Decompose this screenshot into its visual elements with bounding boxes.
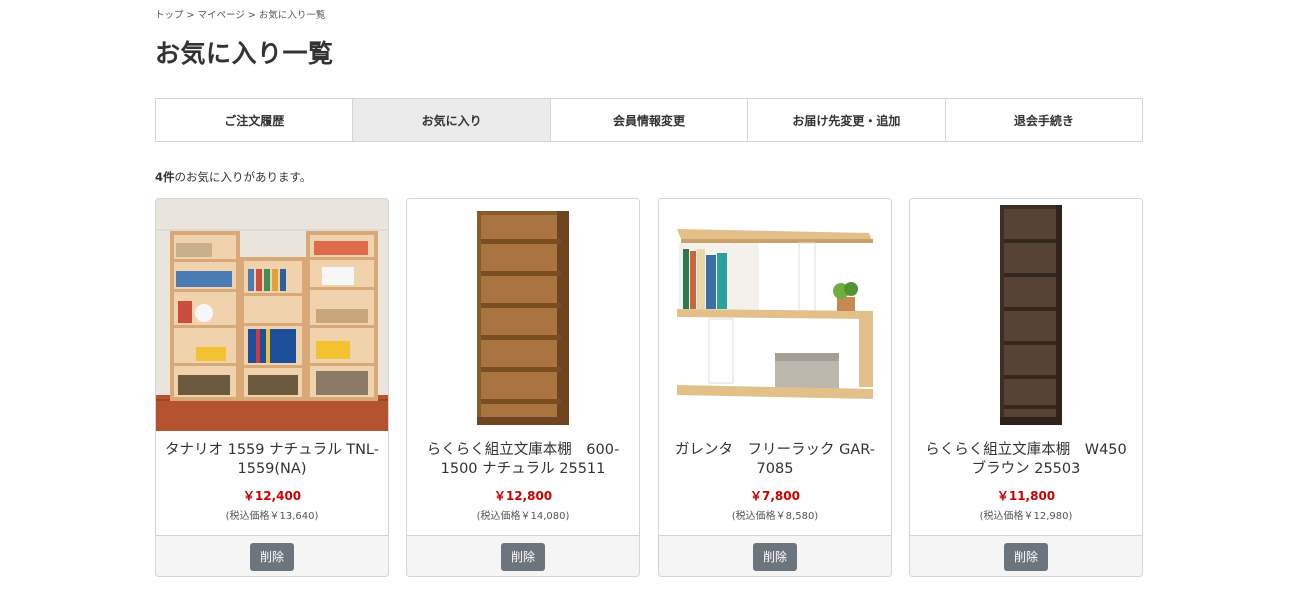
breadcrumb-current: お気に入り一覧 bbox=[258, 10, 326, 21]
product-tax-price: (税込価格￥14,080) bbox=[476, 511, 570, 522]
delete-button[interactable]: 削除 bbox=[1004, 542, 1048, 571]
card-footer: 削除 bbox=[156, 535, 388, 576]
product-price: ￥12,800 bbox=[493, 489, 553, 503]
product-image-oak-bookshelf[interactable] bbox=[407, 199, 639, 431]
breadcrumb-separator: > bbox=[247, 10, 256, 21]
product-price: ￥11,800 bbox=[996, 489, 1056, 503]
product-tax-price: (税込価格￥13,640) bbox=[225, 511, 319, 522]
favorites-count-suffix: のお気に入りがあります。 bbox=[174, 170, 312, 184]
product-name[interactable]: ガレンタ フリーラック GAR-7085 bbox=[665, 441, 885, 479]
breadcrumb-link-top[interactable]: トップ bbox=[155, 10, 184, 21]
breadcrumb: トップ > マイページ > お気に入り一覧 bbox=[155, 7, 325, 21]
product-name[interactable]: らくらく組立文庫本棚 W450 ブラウン 25503 bbox=[916, 441, 1136, 479]
mypage-tabs: ご注文履歴 お気に入り 会員情報変更 お届け先変更・追加 退会手続き bbox=[155, 98, 1143, 142]
breadcrumb-link-mypage[interactable]: マイページ bbox=[198, 10, 245, 21]
tab-order-history[interactable]: ご注文履歴 bbox=[156, 99, 354, 141]
product-card: らくらく組立文庫本棚 W450 ブラウン 25503 ￥11,800 (税込価格… bbox=[909, 198, 1143, 577]
card-footer: 削除 bbox=[910, 535, 1142, 576]
product-price: ￥7,800 bbox=[750, 489, 800, 503]
tab-member-info[interactable]: 会員情報変更 bbox=[550, 99, 749, 141]
card-footer: 削除 bbox=[407, 535, 639, 576]
delete-button[interactable]: 削除 bbox=[753, 542, 797, 571]
tab-delivery-address[interactable]: お届け先変更・追加 bbox=[748, 99, 946, 141]
tab-withdrawal[interactable]: 退会手続き bbox=[945, 99, 1143, 141]
delete-button[interactable]: 削除 bbox=[501, 542, 545, 571]
product-price: ￥12,400 bbox=[242, 489, 302, 503]
product-name[interactable]: らくらく組立文庫本棚 600-1500 ナチュラル 25511 bbox=[413, 441, 633, 479]
delete-button[interactable]: 削除 bbox=[250, 542, 294, 571]
tab-favorites[interactable]: お気に入り bbox=[353, 99, 551, 141]
favorites-count: 4件 bbox=[155, 170, 175, 184]
product-card: らくらく組立文庫本棚 600-1500 ナチュラル 25511 ￥12,800 … bbox=[406, 198, 640, 577]
product-name[interactable]: タナリオ 1559 ナチュラル TNL-1559(NA) bbox=[162, 441, 382, 479]
product-card: タナリオ 1559 ナチュラル TNL-1559(NA) ￥12,400 (税込… bbox=[155, 198, 389, 577]
product-image-natural-bookshelf-set[interactable] bbox=[156, 199, 388, 431]
breadcrumb-separator: > bbox=[186, 10, 195, 21]
product-image-open-rack[interactable] bbox=[659, 199, 891, 431]
card-footer: 削除 bbox=[659, 535, 891, 576]
page-title: お気に入り一覧 bbox=[155, 39, 334, 68]
favorites-count-text: 4件のお気に入りがあります。 bbox=[155, 169, 311, 185]
product-image-brown-bookshelf[interactable] bbox=[910, 199, 1142, 431]
favorites-list: タナリオ 1559 ナチュラル TNL-1559(NA) ￥12,400 (税込… bbox=[155, 198, 1143, 578]
product-card: ガレンタ フリーラック GAR-7085 ￥7,800 (税込価格￥8,580)… bbox=[658, 198, 892, 577]
product-tax-price: (税込価格￥8,580) bbox=[731, 511, 819, 522]
product-tax-price: (税込価格￥12,980) bbox=[979, 511, 1073, 522]
